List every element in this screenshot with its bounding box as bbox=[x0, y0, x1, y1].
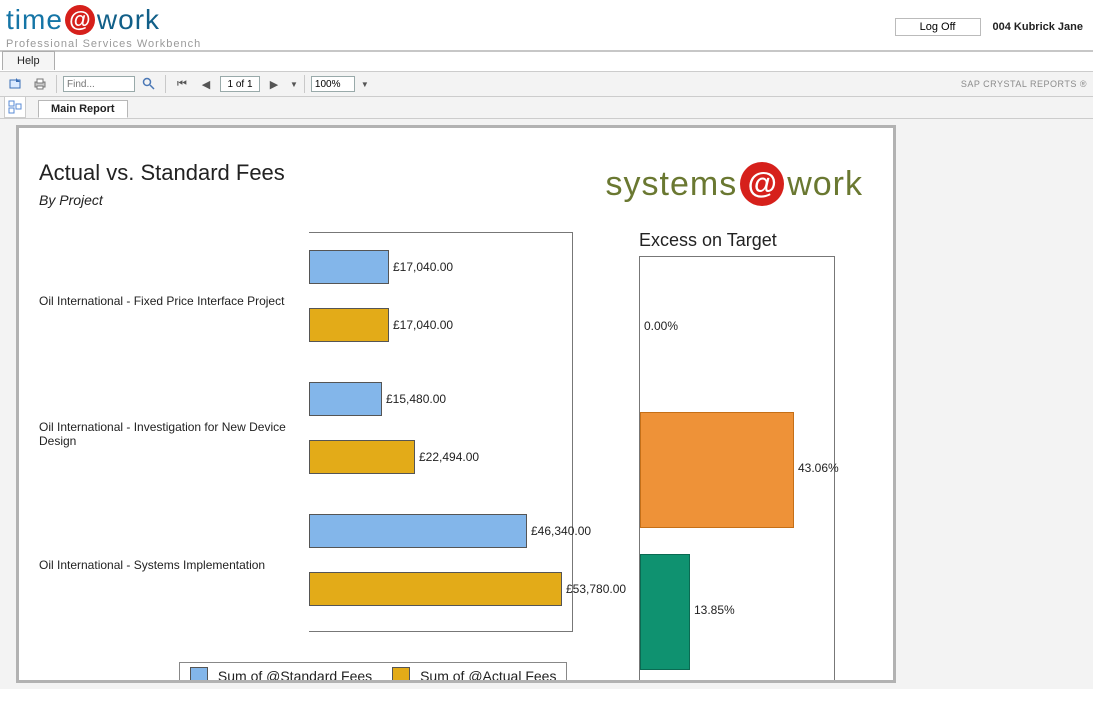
excess-value-label: 43.06% bbox=[798, 461, 839, 475]
logo-at-icon: @ bbox=[65, 5, 95, 35]
page-indicator[interactable] bbox=[220, 76, 260, 92]
app-header: time @ work Professional Services Workbe… bbox=[0, 0, 1093, 48]
legend-item-actual: Sum of @Actual Fees bbox=[392, 667, 556, 683]
project-label: Oil International - Investigation for Ne… bbox=[39, 420, 299, 448]
report-canvas: Actual vs. Standard Fees By Project syst… bbox=[0, 119, 1093, 689]
bar-value-label: £15,480.00 bbox=[386, 392, 446, 406]
find-input[interactable] bbox=[63, 76, 135, 92]
excess-bar-chart: 0.00% 43.06% 13.85% bbox=[639, 256, 835, 682]
bar-actual bbox=[309, 440, 415, 474]
bar-value-label: £17,040.00 bbox=[393, 318, 453, 332]
page-dropdown-icon[interactable]: ▼ bbox=[290, 80, 298, 89]
legend-swatch-actual bbox=[392, 667, 410, 681]
report-page: Actual vs. Standard Fees By Project syst… bbox=[16, 125, 896, 683]
menu-bar: Help bbox=[0, 50, 1093, 71]
bar-standard bbox=[309, 514, 527, 548]
project-label: Oil International - Fixed Price Interfac… bbox=[39, 294, 299, 308]
zoom-input[interactable] bbox=[311, 76, 355, 92]
chart-legend: Sum of @Standard Fees Sum of @Actual Fee… bbox=[179, 662, 567, 683]
export-icon[interactable] bbox=[6, 75, 26, 93]
systems-at-work-logo: systems @ work bbox=[606, 162, 863, 206]
print-icon[interactable] bbox=[30, 75, 50, 93]
toolbar-separator bbox=[165, 75, 166, 93]
current-user-label: 004 Kubrick Jane bbox=[993, 21, 1084, 33]
report-toolbar: ⏮ ◀ ▶ ▼ ▼ SAP CRYSTAL REPORTS ® bbox=[0, 71, 1093, 97]
report-tab-bar: Main Report bbox=[0, 97, 1093, 119]
bar-value-label: £17,040.00 bbox=[393, 260, 453, 274]
next-page-icon[interactable]: ▶ bbox=[264, 75, 284, 93]
group-tree-toggle-icon[interactable] bbox=[4, 96, 26, 118]
excess-chart-title: Excess on Target bbox=[639, 230, 777, 251]
app-logo: time @ work Professional Services Workbe… bbox=[6, 4, 201, 50]
zoom-dropdown-icon[interactable]: ▼ bbox=[361, 80, 369, 89]
legend-item-standard: Sum of @Standard Fees bbox=[190, 667, 372, 683]
brand-text-right: work bbox=[787, 165, 863, 204]
project-label: Oil International - Systems Implementati… bbox=[39, 558, 299, 572]
brand-text-left: systems bbox=[606, 165, 738, 204]
excess-value-label: 13.85% bbox=[694, 603, 735, 617]
find-icon[interactable] bbox=[139, 75, 159, 93]
crystal-reports-brand: SAP CRYSTAL REPORTS ® bbox=[961, 79, 1087, 89]
bar-standard bbox=[309, 382, 382, 416]
legend-swatch-standard bbox=[190, 667, 208, 681]
menu-help[interactable]: Help bbox=[2, 51, 55, 70]
bar-standard bbox=[309, 250, 389, 284]
app-tagline: Professional Services Workbench bbox=[6, 38, 201, 50]
excess-value-label: 0.00% bbox=[644, 319, 678, 333]
toolbar-separator bbox=[304, 75, 305, 93]
first-page-icon[interactable]: ⏮ bbox=[172, 75, 192, 93]
bar-value-label: £46,340.00 bbox=[531, 524, 591, 538]
prev-page-icon[interactable]: ◀ bbox=[196, 75, 216, 93]
bar-value-label: £53,780.00 bbox=[566, 582, 626, 596]
toolbar-separator bbox=[56, 75, 57, 93]
bar-actual bbox=[309, 572, 562, 606]
excess-bar bbox=[640, 412, 794, 528]
logo-text-right: work bbox=[97, 4, 160, 36]
log-off-button[interactable]: Log Off bbox=[895, 18, 981, 36]
bar-value-label: £22,494.00 bbox=[419, 450, 479, 464]
bar-actual bbox=[309, 308, 389, 342]
tab-main-report[interactable]: Main Report bbox=[38, 100, 128, 118]
logo-text-left: time bbox=[6, 4, 63, 36]
excess-bar bbox=[640, 554, 690, 670]
brand-at-icon: @ bbox=[740, 162, 784, 206]
